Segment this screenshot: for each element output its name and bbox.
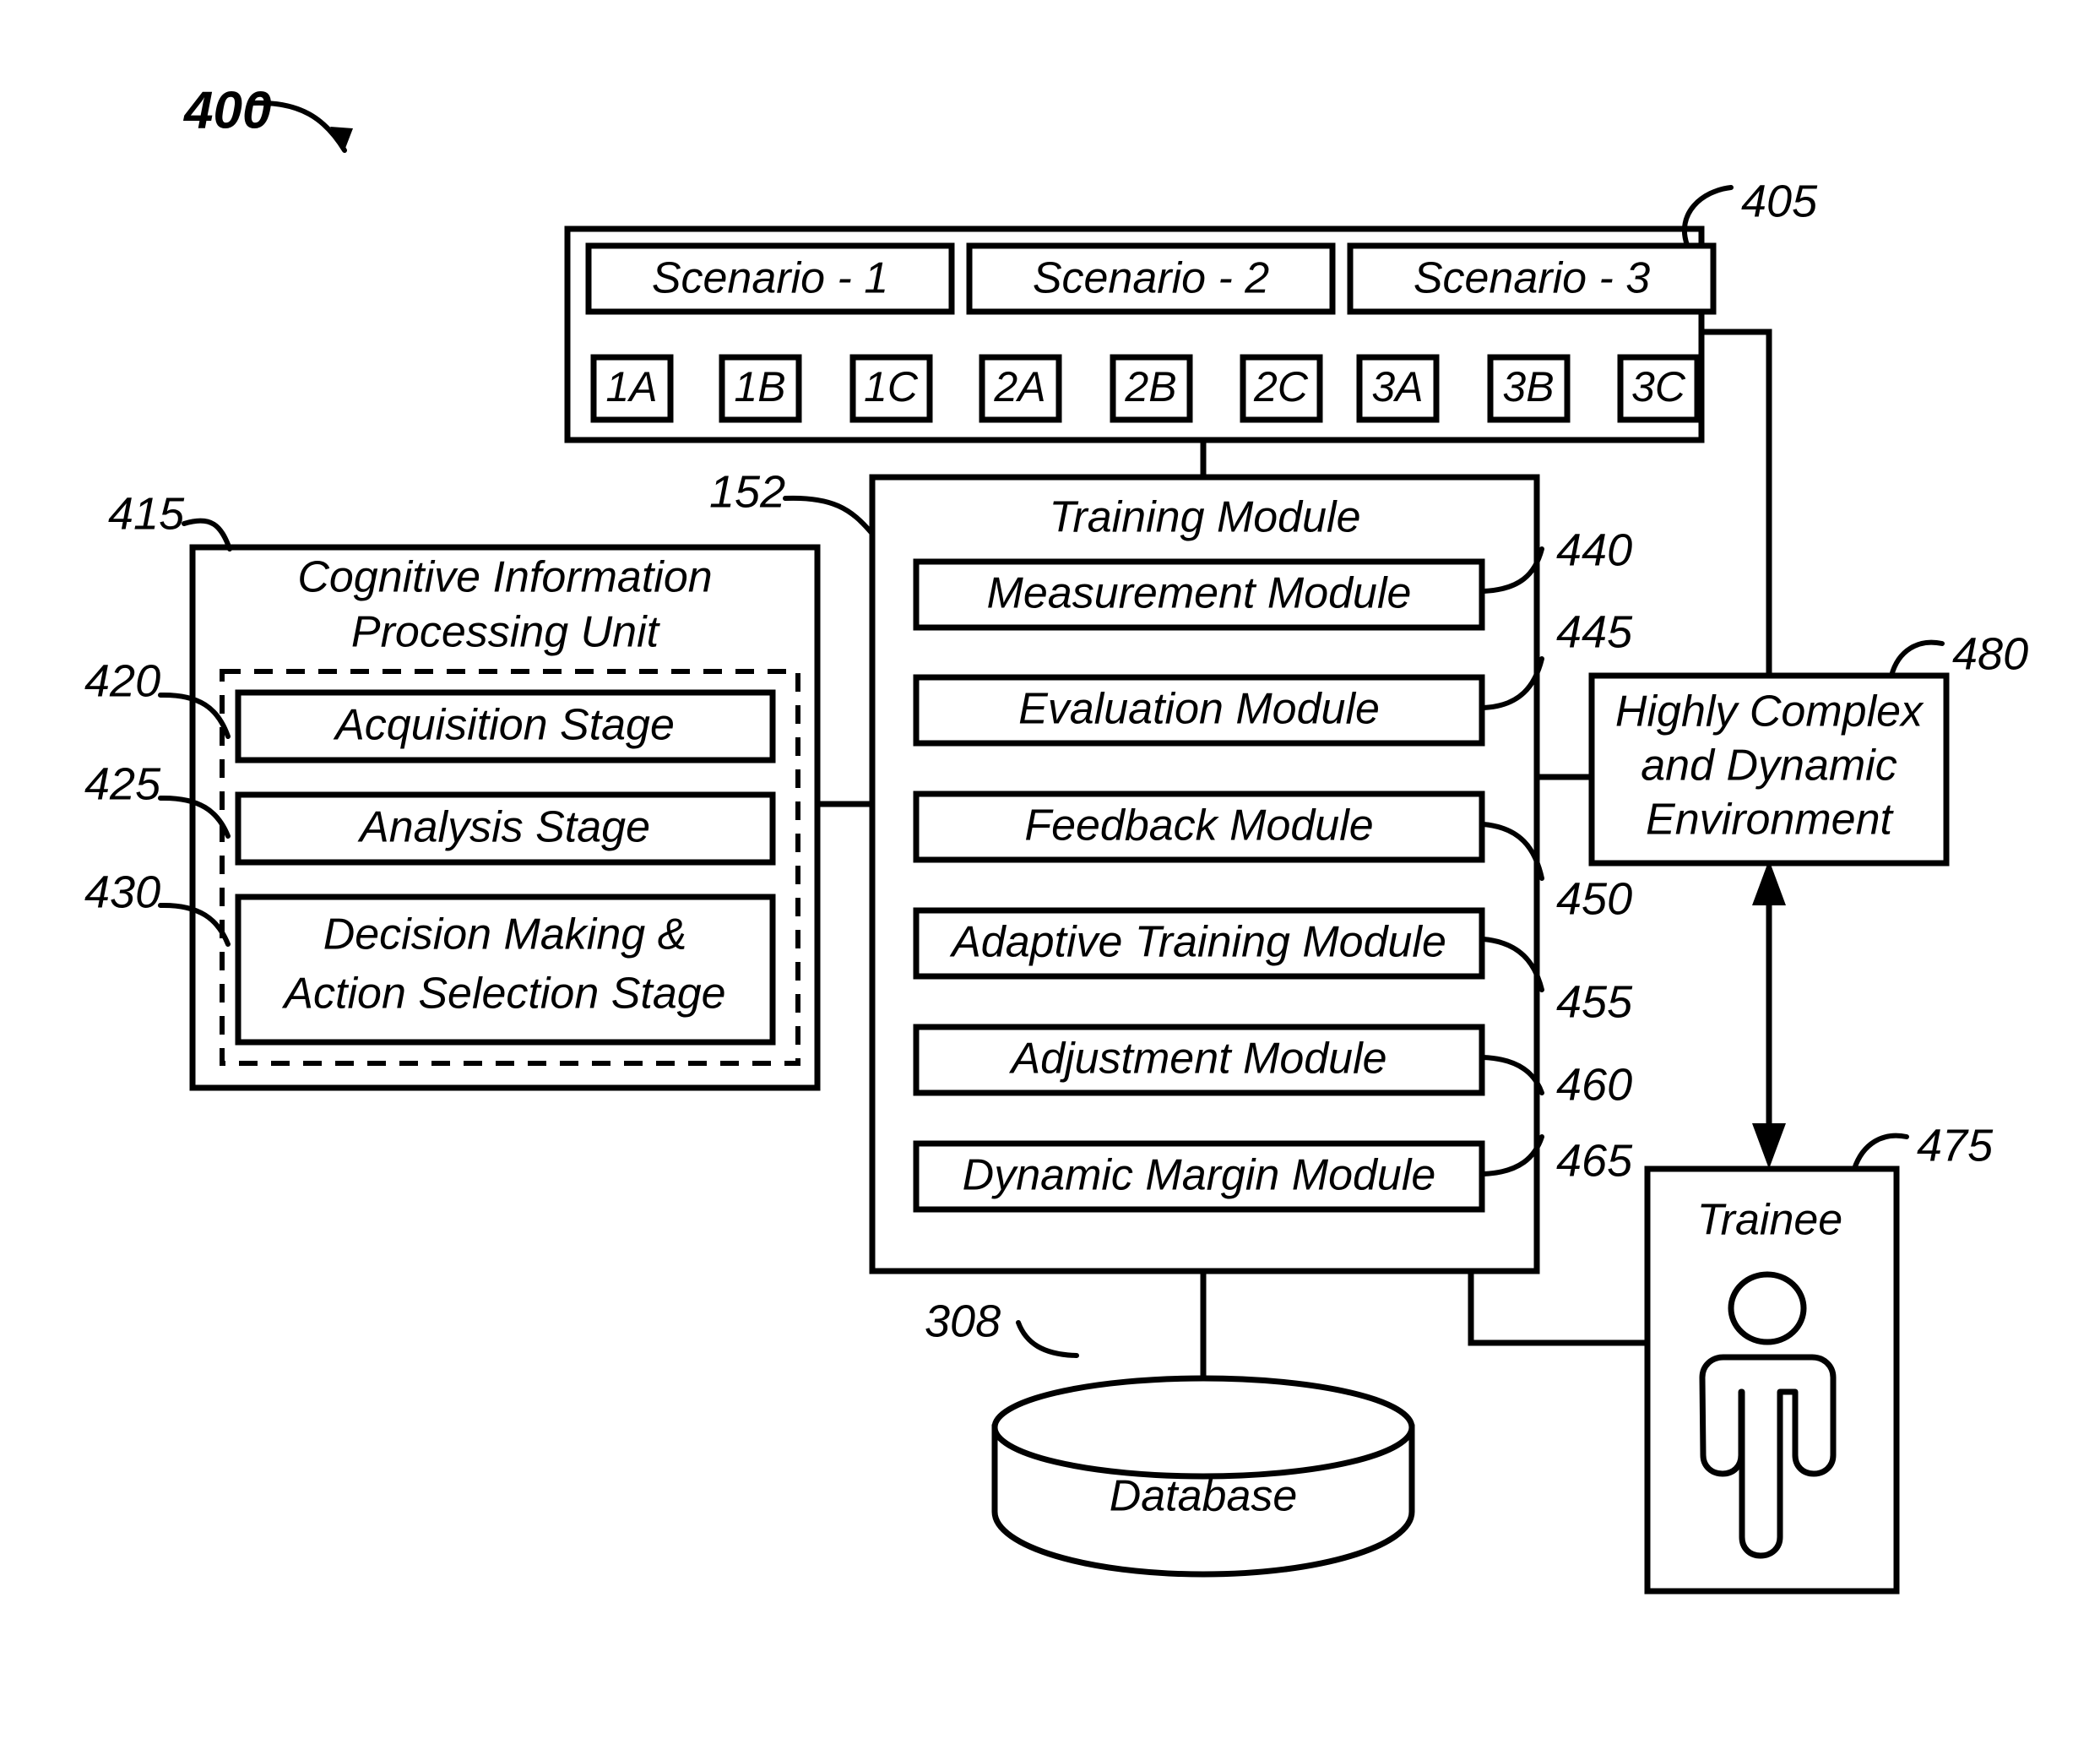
environment-block[interactable]: Highly Complex and Dynamic Environment 4…: [1588, 628, 2028, 867]
figure-number: 400: [182, 81, 271, 139]
ref-475-label: 475: [1917, 1120, 1994, 1171]
ref-152-leader: [783, 495, 875, 536]
trainee-label: Trainee: [1697, 1196, 1842, 1245]
scenario-1-label: Scenario - 1: [652, 254, 888, 303]
training-submodule-measurement[interactable]: Measurement Module: [913, 558, 1485, 631]
scenario-sub-item[interactable]: 3B: [1487, 354, 1571, 423]
acquisition-stage-label: Acquisition Stage: [333, 701, 675, 750]
sub-box-1c-label: 1C: [864, 363, 919, 410]
scenario-sub-item[interactable]: 2C: [1240, 354, 1323, 423]
ref-455-label: 455: [1556, 976, 1633, 1027]
cipu-stage-analysis[interactable]: Analysis Stage: [235, 791, 776, 866]
scenario-sub-item[interactable]: 1C: [849, 354, 933, 423]
ref-450-label: 450: [1556, 873, 1632, 924]
arrowhead-down-trainee: [1752, 1123, 1786, 1169]
sub-box-1a-label: 1A: [605, 363, 657, 410]
feedback-module-label: Feedback Module: [1024, 801, 1373, 850]
ref-420-label: 420: [84, 655, 160, 706]
cognitive-information-processing-unit[interactable]: Cognitive Information Processing Unit Ac…: [84, 488, 821, 1091]
cipu-stage-acquisition[interactable]: Acquisition Stage: [235, 689, 776, 763]
sub-box-1b-label: 1B: [734, 363, 785, 410]
adaptive-training-module-label: Adaptive Training Module: [949, 918, 1446, 967]
ref-308-leader: [1016, 1320, 1079, 1358]
scenario-panel[interactable]: Scenario - 1 Scenario - 2 Scenario - 3 1…: [564, 176, 1818, 443]
arrowhead-up-environment: [1752, 860, 1786, 905]
evaluation-module-label: Evaluation Module: [1018, 685, 1380, 734]
sub-box-2b-label: 2B: [1124, 363, 1176, 410]
sub-box-2c-label: 2C: [1253, 363, 1309, 410]
environment-label-line1: Highly Complex: [1615, 687, 1924, 736]
ref-152-label: 152: [709, 466, 785, 517]
analysis-stage-label: Analysis Stage: [357, 803, 650, 852]
ref-425-label: 425: [84, 758, 161, 809]
ref-440-label: 440: [1556, 524, 1632, 575]
dynamic-margin-module-label: Dynamic Margin Module: [963, 1151, 1436, 1200]
patent-figure-400: 400 Scenario - 1 Scenario - 2 Scenario -…: [0, 0, 2100, 1755]
training-submodule-adjustment[interactable]: Adjustment Module: [913, 1024, 1485, 1096]
environment-label-line2: and Dynamic: [1641, 742, 1897, 791]
training-module-title: Training Module: [1049, 493, 1360, 542]
training-submodule-adaptive-training[interactable]: Adaptive Training Module: [913, 907, 1485, 980]
ref-405-label: 405: [1741, 176, 1818, 226]
scenario-item[interactable]: Scenario - 3: [1347, 242, 1717, 315]
database-block[interactable]: Database 308: [925, 1296, 1415, 1578]
training-submodule-feedback[interactable]: Feedback Module: [913, 791, 1485, 863]
adjustment-module-label: Adjustment Module: [1008, 1035, 1386, 1084]
database-top-ellipse-icon: [991, 1375, 1415, 1480]
cipu-title-line1: Cognitive Information: [297, 553, 712, 602]
sub-box-3a-label: 3A: [1371, 363, 1423, 410]
scenario-item[interactable]: Scenario - 1: [585, 242, 955, 315]
ref-415-label: 415: [108, 488, 185, 539]
scenario-item[interactable]: Scenario - 2: [966, 242, 1336, 315]
ref-430-label: 430: [84, 867, 160, 917]
measurement-module-label: Measurement Module: [987, 569, 1412, 618]
scenario-sub-item[interactable]: 2A: [979, 354, 1062, 423]
training-module[interactable]: Training Module Measurement Module Evalu…: [709, 466, 1633, 1274]
training-submodule-dynamic-margin[interactable]: Dynamic Margin Module: [913, 1140, 1485, 1213]
sub-box-3c-label: 3C: [1631, 363, 1686, 410]
sub-box-2a-label: 2A: [993, 363, 1045, 410]
database-label: Database: [1110, 1472, 1298, 1521]
ref-445-label: 445: [1556, 606, 1633, 657]
ref-480-leader: [1889, 639, 1945, 678]
decision-making-stage-label-line2: Action Selection Stage: [281, 970, 725, 1019]
figure-number-group: 400: [182, 81, 353, 153]
scenario-sub-item[interactable]: 3A: [1356, 354, 1440, 423]
cipu-stage-decision-making[interactable]: Decision Making & Action Selection Stage: [235, 894, 776, 1046]
ref-460-label: 460: [1556, 1059, 1632, 1110]
training-submodule-evaluation[interactable]: Evaluation Module: [913, 674, 1485, 747]
sub-box-3b-label: 3B: [1502, 363, 1554, 410]
trainee-block[interactable]: Trainee 475: [1644, 1120, 1994, 1595]
scenario-sub-item[interactable]: 3C: [1617, 354, 1701, 423]
scenario-2-label: Scenario - 2: [1033, 254, 1269, 303]
decision-making-stage-label-line1: Decision Making &: [323, 910, 687, 959]
ref-308-label: 308: [925, 1296, 1001, 1346]
scenario-sub-item[interactable]: 1A: [590, 354, 674, 423]
scenario-sub-item[interactable]: 1B: [719, 354, 802, 423]
ref-480-label: 480: [1952, 628, 2028, 679]
ref-465-label: 465: [1556, 1135, 1633, 1186]
figure-canvas: 400 Scenario - 1 Scenario - 2 Scenario -…: [84, 81, 2028, 1595]
connector-scenario-to-environment: [1701, 329, 1772, 676]
scenario-3-label: Scenario - 3: [1414, 254, 1650, 303]
scenario-sub-item[interactable]: 2B: [1110, 354, 1193, 423]
cipu-title-line2: Processing Unit: [351, 608, 661, 657]
ref-475-leader: [1852, 1133, 1909, 1171]
environment-label-line3: Environment: [1646, 796, 1894, 845]
